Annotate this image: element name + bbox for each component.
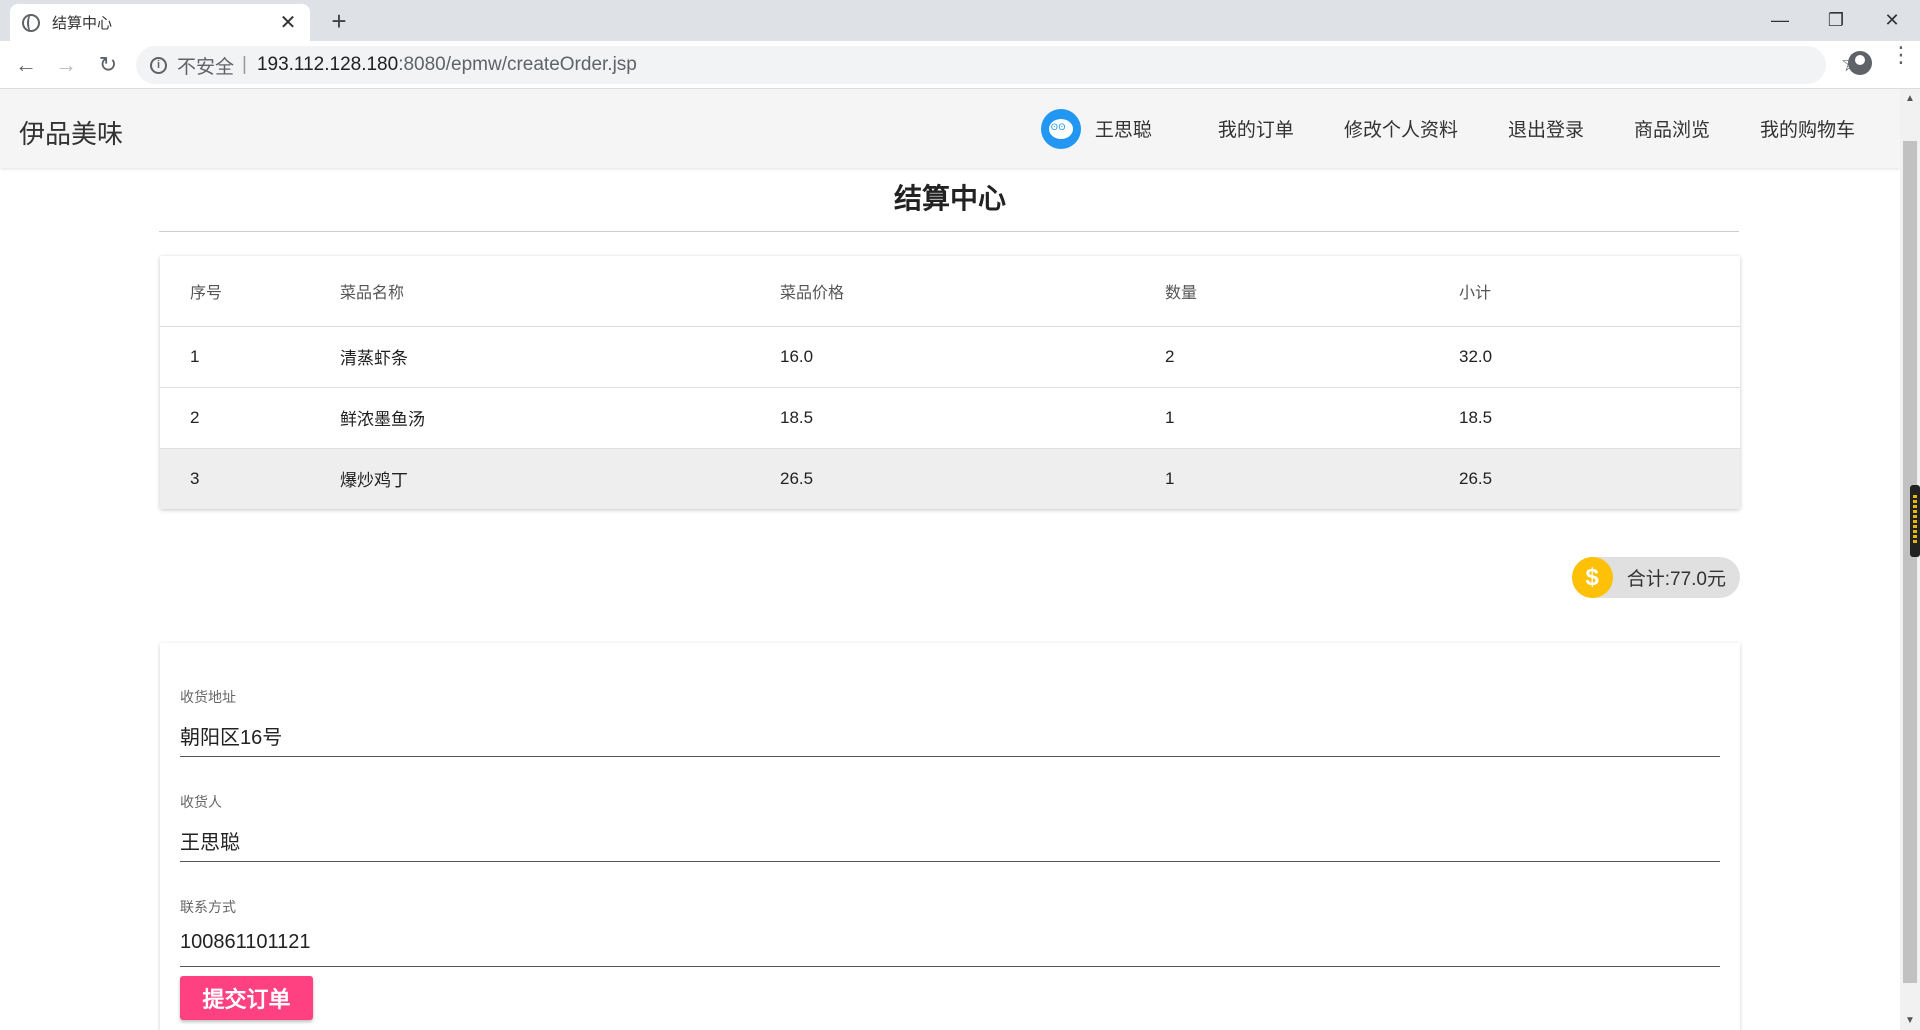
cell-dish: 清蒸虾条: [340, 326, 780, 388]
minimize-button[interactable]: —: [1752, 0, 1808, 41]
maximize-button[interactable]: ❐: [1808, 0, 1864, 41]
cell-quantity: 1: [1165, 448, 1459, 509]
address-label: 收货地址: [180, 689, 236, 705]
table-row: 1 清蒸虾条 16.0 2 32.0: [160, 326, 1740, 388]
page-scrollbar[interactable]: ▲ ▼: [1900, 89, 1920, 1030]
column-header-subtotal: 小计: [1459, 256, 1740, 327]
browser-tab[interactable]: 结算中心 ✕: [10, 4, 310, 41]
table-row: 2 鲜浓墨鱼汤 18.5 1 18.5: [160, 387, 1740, 449]
scroll-up-arrow-icon[interactable]: ▲: [1905, 93, 1915, 104]
cell-price: 16.0: [780, 326, 1165, 388]
cell-index: 3: [160, 448, 340, 509]
nav-edit-profile[interactable]: 修改个人资料: [1344, 115, 1458, 142]
nav-browse-products[interactable]: 商品浏览: [1634, 115, 1710, 142]
nav-my-cart[interactable]: 我的购物车: [1760, 115, 1855, 142]
info-icon[interactable]: i: [150, 56, 167, 74]
cell-price: 18.5: [780, 387, 1165, 449]
browser-menu-icon[interactable]: ⋮: [1890, 44, 1912, 66]
reload-button[interactable]: ↻: [92, 49, 124, 81]
cell-subtotal: 32.0: [1459, 326, 1740, 388]
nav-logout[interactable]: 退出登录: [1508, 115, 1584, 142]
scroll-down-arrow-icon[interactable]: ▼: [1905, 1015, 1915, 1026]
delivery-form: 收货地址 朝阳区16号 收货人 王思聪 联系方式 100861101121 提交…: [160, 643, 1740, 1030]
scrollbar-thumb[interactable]: [1903, 141, 1917, 983]
url-separator: |: [242, 54, 247, 75]
receiver-label: 收货人: [180, 794, 222, 810]
table-header-row: 序号 菜品名称 菜品价格 数量 小计: [160, 256, 1740, 327]
security-label: 不安全: [177, 56, 235, 78]
table-row: 3 爆炒鸡丁 26.5 1 26.5: [160, 448, 1740, 509]
window-close-button[interactable]: ✕: [1864, 0, 1920, 41]
brand-logo[interactable]: 伊品美味: [19, 114, 123, 151]
receiver-input[interactable]: 王思聪: [180, 826, 1720, 862]
profile-icon[interactable]: [1848, 51, 1872, 75]
close-tab-icon[interactable]: ✕: [278, 10, 298, 35]
cell-dish: 爆炒鸡丁: [340, 448, 780, 509]
receiver-field[interactable]: 收货人 王思聪: [180, 792, 1720, 862]
order-table-card: 序号 菜品名称 菜品价格 数量 小计 1 清蒸虾条 16.0 2 32.0 2: [160, 256, 1740, 509]
globe-icon: [22, 13, 40, 32]
address-field[interactable]: 收货地址 朝阳区16号: [180, 687, 1720, 757]
page-viewport: 伊品美味 王思聪 我的订单 修改个人资料 退出登录 商品浏览 我的购物车 结算中…: [0, 89, 1900, 1030]
column-header-index: 序号: [160, 256, 340, 327]
cell-subtotal: 26.5: [1459, 448, 1740, 509]
dollar-coin-icon: $: [1571, 557, 1613, 598]
app-header: 伊品美味 王思聪 我的订单 修改个人资料 退出登录 商品浏览 我的购物车: [0, 89, 1900, 168]
url-path: :8080/epmw/createOrder.jsp: [398, 54, 637, 75]
top-nav: 王思聪 我的订单 修改个人资料 退出登录 商品浏览 我的购物车: [1040, 89, 1900, 168]
cell-index: 1: [160, 326, 340, 388]
avatar-icon: [1040, 108, 1081, 149]
side-widget-handle[interactable]: [1910, 485, 1920, 557]
forward-button[interactable]: →: [50, 49, 82, 81]
column-header-dish: 菜品名称: [340, 256, 780, 327]
tab-title: 结算中心: [52, 15, 113, 32]
cell-quantity: 1: [1165, 387, 1459, 449]
address-input[interactable]: 朝阳区16号: [180, 721, 1720, 757]
cell-subtotal: 18.5: [1459, 387, 1740, 449]
cell-dish: 鲜浓墨鱼汤: [340, 387, 780, 449]
url-host: 193.112.128.180: [256, 54, 399, 75]
contact-label: 联系方式: [180, 899, 236, 915]
back-button[interactable]: ←: [10, 49, 42, 81]
nav-my-orders[interactable]: 我的订单: [1218, 115, 1294, 142]
cell-quantity: 2: [1165, 326, 1459, 388]
page-title: 结算中心: [893, 183, 1006, 214]
browser-toolbar: ← → ↻ i 不安全 | 193.112.128.180 :8080/epmw…: [0, 41, 1920, 89]
cell-price: 26.5: [780, 448, 1165, 509]
order-table: 序号 菜品名称 菜品价格 数量 小计 1 清蒸虾条 16.0 2 32.0 2: [160, 256, 1740, 509]
user-info[interactable]: 王思聪: [1040, 108, 1152, 149]
contact-input[interactable]: 100861101121: [180, 931, 1720, 967]
total-amount: 合计:77.0元: [1626, 569, 1726, 590]
user-name: 王思聪: [1094, 120, 1152, 141]
address-bar[interactable]: i 不安全 | 193.112.128.180 :8080/epmw/creat…: [136, 46, 1826, 84]
submit-order-button[interactable]: 提交订单: [180, 976, 313, 1020]
cell-index: 2: [160, 387, 340, 449]
contact-field[interactable]: 联系方式 100861101121: [180, 897, 1720, 967]
new-tab-button[interactable]: +: [324, 6, 354, 37]
browser-tab-bar: 结算中心 ✕ + — ❐ ✕: [0, 0, 1920, 41]
total-chip: $ 合计:77.0元: [1571, 557, 1740, 598]
column-header-price: 菜品价格: [780, 256, 1165, 327]
column-header-quantity: 数量: [1165, 256, 1459, 327]
title-divider: [159, 231, 1739, 232]
